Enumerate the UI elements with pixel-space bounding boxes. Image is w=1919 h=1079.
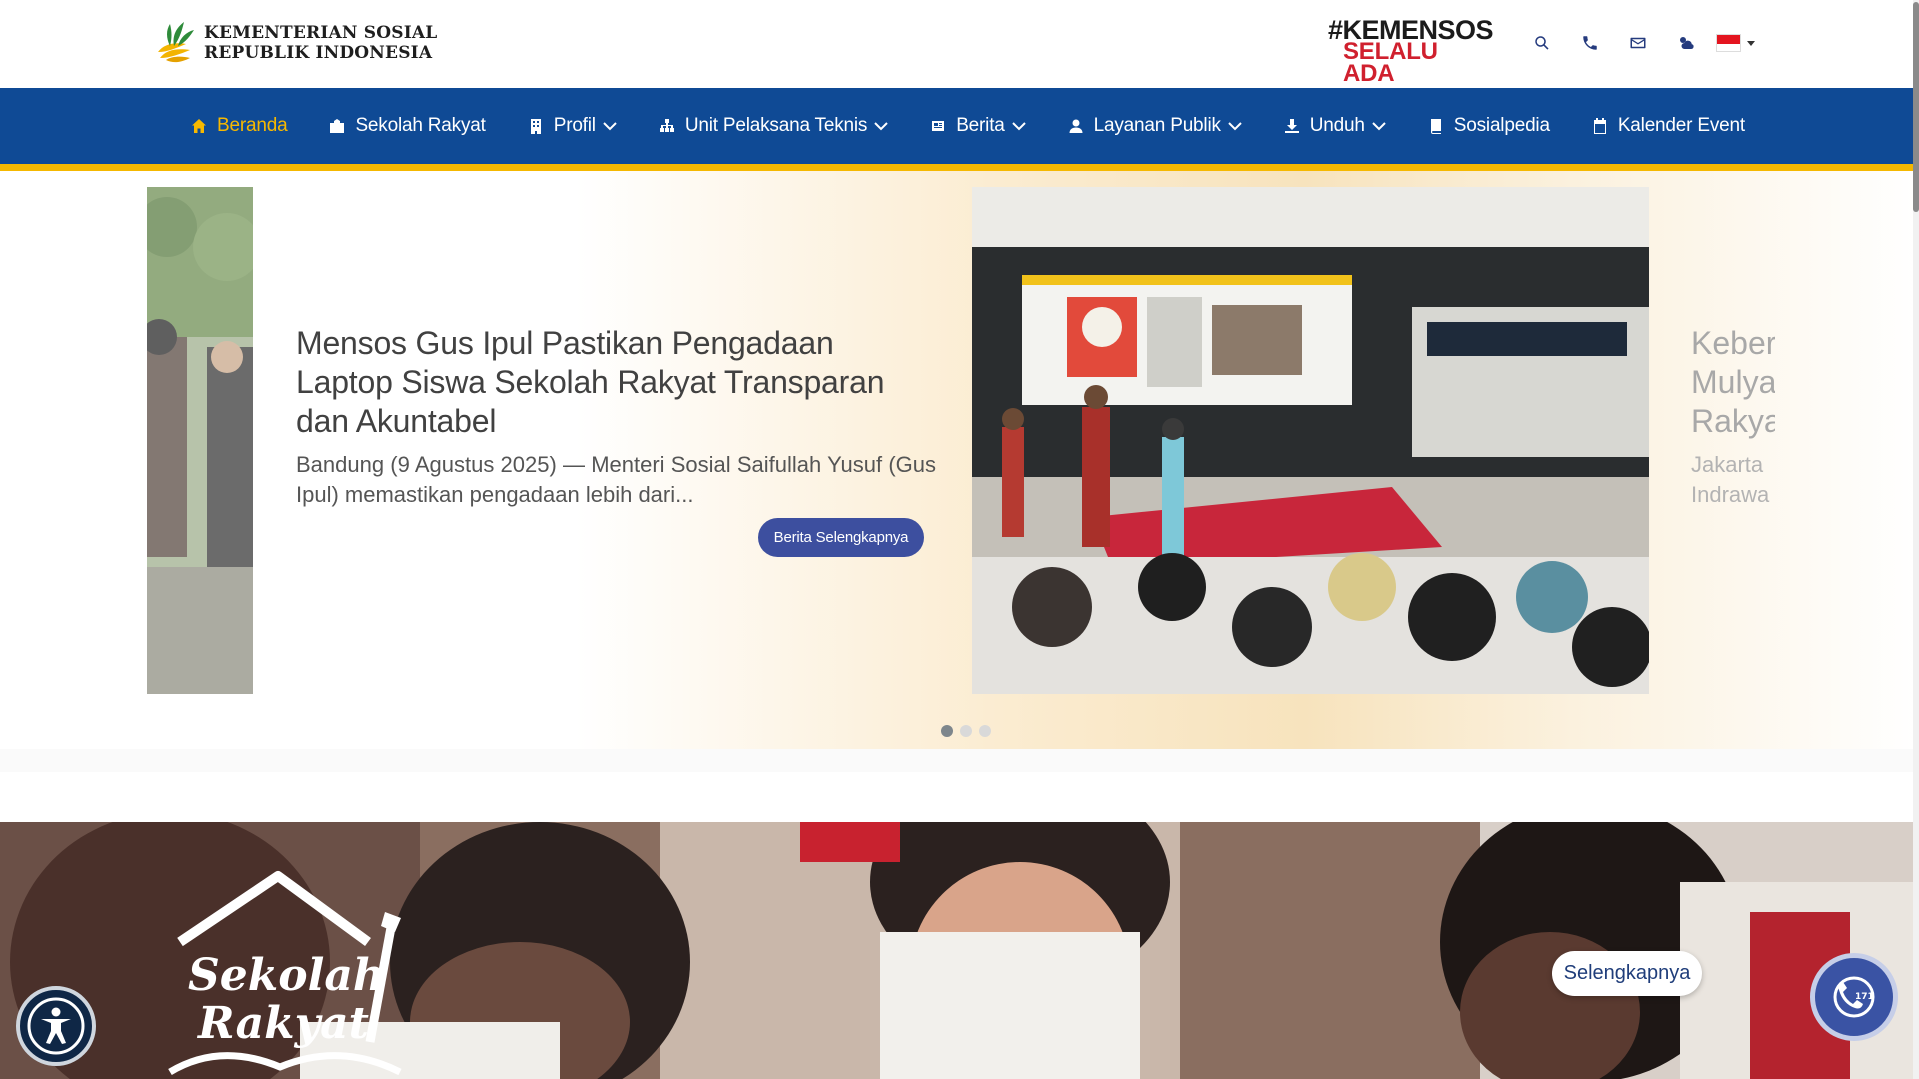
kemensos-leaf-icon: [158, 22, 194, 63]
search-icon: [1535, 36, 1549, 50]
nav-item-beranda[interactable]: Beranda: [170, 88, 308, 164]
top-header: KEMENTERIAN SOSIAL REPUBLIK INDONESIA #K…: [0, 0, 1919, 88]
main-navigation: Beranda Sekolah Rakyat Profil Unit Pelak…: [0, 88, 1919, 164]
header-icons: [1518, 30, 1710, 56]
call-center-button[interactable]: 171: [1810, 953, 1898, 1041]
slider-dot-2[interactable]: [960, 725, 972, 737]
sr-logo-line-2: Rakyat: [196, 998, 369, 1049]
call-center-icon: 171: [1833, 976, 1875, 1018]
slider-dot-1[interactable]: [941, 725, 953, 737]
next-text-line: Jakarta: [1691, 452, 1764, 477]
book-icon: [1430, 119, 1441, 134]
accessibility-icon: [27, 997, 85, 1055]
next-slide-title[interactable]: Keber Mulya Rakya: [1691, 324, 1775, 441]
chevron-down-icon: [1011, 122, 1026, 131]
next-title-line: Mulya: [1691, 364, 1775, 400]
nav-label: Profil: [553, 115, 596, 136]
news-slider: Mensos Gus Ipul Pastikan Pengadaan Lapto…: [0, 171, 1919, 772]
sr-logo-line-1: Sekolah: [188, 950, 385, 1001]
nav-item-unit-pelaksana-teknis[interactable]: Unit Pelaksana Teknis: [638, 88, 909, 164]
scrollbar-thumb[interactable]: [1913, 2, 1919, 212]
sekolah-rakyat-more-button[interactable]: Selengkapnya: [1552, 951, 1702, 996]
sitemap-icon: [659, 119, 674, 132]
caret-down-icon: [1747, 40, 1755, 46]
sekolah-rakyat-logo: Sekolah Rakyat: [168, 871, 402, 1076]
nav-item-layanan-publik[interactable]: Layanan Publik: [1047, 88, 1263, 164]
nav-label: Beranda: [217, 115, 288, 136]
nav-item-profil[interactable]: Profil: [507, 88, 638, 164]
accessibility-button[interactable]: [16, 986, 96, 1066]
nav-label: Berita: [956, 115, 1005, 136]
kemensos-selalu-ada-tagline: #KEMENSOS SELALU ADA: [1328, 17, 1494, 87]
section-divider: [0, 749, 1919, 772]
next-title-line: Keber: [1691, 325, 1775, 361]
download-icon: [1284, 119, 1299, 133]
slide-excerpt: Bandung (9 Agustus 2025) — Menteri Sosia…: [296, 452, 936, 507]
slide-image: [972, 187, 1649, 694]
nav-item-kalender-event[interactable]: Kalender Event: [1571, 88, 1766, 164]
chevron-down-icon: [1372, 122, 1386, 131]
nav-item-unduh[interactable]: Unduh: [1263, 88, 1407, 164]
next-slide-excerpt: Jakarta Indrawa: [1691, 450, 1775, 510]
phone-button[interactable]: [1566, 30, 1614, 56]
nav-label: Unit Pelaksana Teknis: [684, 115, 868, 136]
language-selector[interactable]: [1716, 32, 1762, 54]
nav-label: Layanan Publik: [1093, 115, 1221, 136]
nav-accent-line: [0, 164, 1919, 171]
nav-item-sosialpedia[interactable]: Sosialpedia: [1407, 88, 1571, 164]
chevron-down-icon: [874, 122, 888, 131]
nav-item-berita[interactable]: Berita: [909, 88, 1046, 164]
logo-line-2: REPUBLIK INDONESIA: [204, 43, 433, 63]
previous-slide-image: [147, 187, 253, 694]
tagline-line-2: SELALU ADA: [1343, 38, 1438, 87]
slide-title[interactable]: Mensos Gus Ipul Pastikan Pengadaan Lapto…: [296, 324, 936, 441]
chevron-down-icon: [1228, 122, 1242, 131]
read-more-button[interactable]: Berita Selengkapnya: [758, 518, 924, 557]
newspaper-icon: [932, 121, 945, 131]
nav-label: Unduh: [1309, 115, 1365, 136]
help-number: 171: [1855, 992, 1874, 1002]
slider-dot-3[interactable]: [979, 725, 991, 737]
calendar-icon: [1593, 118, 1606, 134]
next-text-line: Indrawa: [1691, 482, 1770, 507]
slider-pagination: [941, 725, 991, 737]
kemensos-logo[interactable]: KEMENTERIAN SOSIAL REPUBLIK INDONESIA: [154, 20, 437, 66]
building-icon: [530, 119, 541, 134]
nav-label: Kalender Event: [1617, 115, 1745, 136]
nav-item-sekolah-rakyat[interactable]: Sekolah Rakyat: [308, 88, 506, 164]
mail-button[interactable]: [1614, 30, 1662, 56]
page-scrollbar[interactable]: [1913, 0, 1919, 1079]
weather-button[interactable]: [1662, 30, 1710, 56]
home-icon: [192, 119, 206, 133]
slide-photo[interactable]: [972, 187, 1649, 694]
weather-icon: [1680, 37, 1694, 49]
previous-slide-photo[interactable]: [147, 187, 253, 694]
phone-icon: [1583, 36, 1597, 50]
indonesia-flag-icon: [1716, 34, 1741, 52]
logo-line-1: KEMENTERIAN SOSIAL: [204, 23, 438, 43]
next-title-line: Rakya: [1691, 403, 1775, 439]
chevron-down-icon: [603, 122, 617, 131]
nav-label: Sosialpedia: [1453, 115, 1550, 136]
nav-label: Sekolah Rakyat: [355, 115, 486, 136]
school-icon: [330, 119, 345, 133]
logo-text: KEMENTERIAN SOSIAL REPUBLIK INDONESIA: [204, 23, 437, 63]
search-button[interactable]: [1518, 30, 1566, 56]
user-icon: [1069, 119, 1083, 133]
mail-icon: [1630, 37, 1646, 49]
